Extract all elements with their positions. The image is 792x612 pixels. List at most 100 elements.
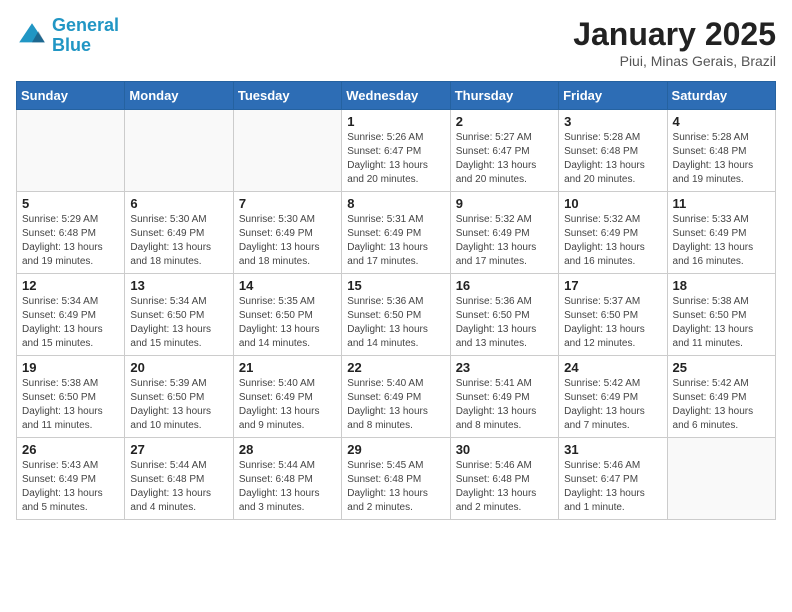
day-number: 13	[130, 278, 227, 293]
week-row-3: 12Sunrise: 5:34 AMSunset: 6:49 PMDayligh…	[17, 274, 776, 356]
day-info: Sunrise: 5:31 AMSunset: 6:49 PMDaylight:…	[347, 213, 444, 269]
day-number: 30	[456, 442, 553, 457]
calendar-cell: 17 Sunrise: 5:37 AMSunset: 6:50 PMDayligh…	[559, 274, 667, 356]
day-info: Sunrise: 5:34 AMSunset: 6:49 PMDaylight:…	[22, 295, 119, 351]
day-info: Sunrise: 5:40 AMSunset: 6:49 PMDaylight:…	[239, 377, 336, 433]
day-number: 22	[347, 360, 444, 375]
calendar-cell: 20 Sunrise: 5:39 AMSunset: 6:50 PMDayligh…	[125, 356, 233, 438]
calendar-cell	[125, 110, 233, 192]
calendar-cell: 10 Sunrise: 5:32 AMSunset: 6:49 PMDayligh…	[559, 192, 667, 274]
day-info: Sunrise: 5:33 AMSunset: 6:49 PMDaylight:…	[673, 213, 770, 269]
calendar-cell: 31 Sunrise: 5:46 AMSunset: 6:47 PMDayligh…	[559, 438, 667, 520]
day-info: Sunrise: 5:36 AMSunset: 6:50 PMDaylight:…	[347, 295, 444, 351]
calendar-cell: 23 Sunrise: 5:41 AMSunset: 6:49 PMDayligh…	[450, 356, 558, 438]
week-row-1: 1 Sunrise: 5:26 AMSunset: 6:47 PMDaylight…	[17, 110, 776, 192]
day-number: 1	[347, 114, 444, 129]
calendar-cell: 7Sunrise: 5:30 AMSunset: 6:49 PMDaylight…	[233, 192, 341, 274]
logo-line1: General	[52, 15, 119, 35]
title-block: January 2025 Piui, Minas Gerais, Brazil	[573, 16, 776, 69]
weekday-header-tuesday: Tuesday	[233, 82, 341, 110]
day-number: 31	[564, 442, 661, 457]
logo-icon	[16, 20, 48, 52]
day-info: Sunrise: 5:32 AMSunset: 6:49 PMDaylight:…	[564, 213, 661, 269]
calendar-cell: 9 Sunrise: 5:32 AMSunset: 6:49 PMDaylight…	[450, 192, 558, 274]
calendar-cell: 15 Sunrise: 5:36 AMSunset: 6:50 PMDayligh…	[342, 274, 450, 356]
day-info: Sunrise: 5:37 AMSunset: 6:50 PMDaylight:…	[564, 295, 661, 351]
calendar-cell: 30 Sunrise: 5:46 AMSunset: 6:48 PMDayligh…	[450, 438, 558, 520]
calendar-cell: 28Sunrise: 5:44 AMSunset: 6:48 PMDayligh…	[233, 438, 341, 520]
calendar-cell: 5Sunrise: 5:29 AMSunset: 6:48 PMDaylight…	[17, 192, 125, 274]
weekday-header-friday: Friday	[559, 82, 667, 110]
calendar-cell: 8 Sunrise: 5:31 AMSunset: 6:49 PMDaylight…	[342, 192, 450, 274]
day-number: 5	[22, 196, 119, 211]
day-number: 23	[456, 360, 553, 375]
logo-line2: Blue	[52, 35, 91, 55]
day-info: Sunrise: 5:41 AMSunset: 6:49 PMDaylight:…	[456, 377, 553, 433]
weekday-header-row: SundayMondayTuesdayWednesdayThursdayFrid…	[17, 82, 776, 110]
day-info: Sunrise: 5:34 AMSunset: 6:50 PMDaylight:…	[130, 295, 227, 351]
day-info: Sunrise: 5:45 AMSunset: 6:48 PMDaylight:…	[347, 459, 444, 515]
calendar-cell: 6 Sunrise: 5:30 AMSunset: 6:49 PMDaylight…	[125, 192, 233, 274]
day-info: Sunrise: 5:43 AMSunset: 6:49 PMDaylight:…	[22, 459, 119, 515]
week-row-5: 26 Sunrise: 5:43 AMSunset: 6:49 PMDayligh…	[17, 438, 776, 520]
day-number: 9	[456, 196, 553, 211]
calendar-cell: 18 Sunrise: 5:38 AMSunset: 6:50 PMDayligh…	[667, 274, 775, 356]
calendar-cell	[233, 110, 341, 192]
day-info: Sunrise: 5:46 AMSunset: 6:47 PMDaylight:…	[564, 459, 661, 515]
day-info: Sunrise: 5:39 AMSunset: 6:50 PMDaylight:…	[130, 377, 227, 433]
day-number: 26	[22, 442, 119, 457]
calendar-cell	[667, 438, 775, 520]
logo-text: General Blue	[52, 16, 119, 56]
calendar-cell: 2 Sunrise: 5:27 AMSunset: 6:47 PMDaylight…	[450, 110, 558, 192]
day-info: Sunrise: 5:36 AMSunset: 6:50 PMDaylight:…	[456, 295, 553, 351]
calendar-cell: 21 Sunrise: 5:40 AMSunset: 6:49 PMDayligh…	[233, 356, 341, 438]
day-info: Sunrise: 5:44 AMSunset: 6:48 PMDaylight:…	[130, 459, 227, 515]
day-info: Sunrise: 5:30 AMSunset: 6:49 PMDaylight:…	[130, 213, 227, 269]
week-row-2: 5Sunrise: 5:29 AMSunset: 6:48 PMDaylight…	[17, 192, 776, 274]
day-number: 21	[239, 360, 336, 375]
calendar-cell: 29 Sunrise: 5:45 AMSunset: 6:48 PMDayligh…	[342, 438, 450, 520]
calendar-cell: 24Sunrise: 5:42 AMSunset: 6:49 PMDayligh…	[559, 356, 667, 438]
day-info: Sunrise: 5:28 AMSunset: 6:48 PMDaylight:…	[564, 131, 661, 187]
day-number: 6	[130, 196, 227, 211]
day-number: 15	[347, 278, 444, 293]
page-header: General Blue January 2025 Piui, Minas Ge…	[16, 16, 776, 69]
day-info: Sunrise: 5:35 AMSunset: 6:50 PMDaylight:…	[239, 295, 336, 351]
week-row-4: 19Sunrise: 5:38 AMSunset: 6:50 PMDayligh…	[17, 356, 776, 438]
calendar-cell: 12Sunrise: 5:34 AMSunset: 6:49 PMDayligh…	[17, 274, 125, 356]
calendar-cell: 1 Sunrise: 5:26 AMSunset: 6:47 PMDaylight…	[342, 110, 450, 192]
day-info: Sunrise: 5:38 AMSunset: 6:50 PMDaylight:…	[22, 377, 119, 433]
day-number: 25	[673, 360, 770, 375]
weekday-header-monday: Monday	[125, 82, 233, 110]
day-number: 29	[347, 442, 444, 457]
weekday-header-thursday: Thursday	[450, 82, 558, 110]
weekday-header-saturday: Saturday	[667, 82, 775, 110]
day-number: 8	[347, 196, 444, 211]
day-number: 17	[564, 278, 661, 293]
month-title: January 2025	[573, 16, 776, 53]
location: Piui, Minas Gerais, Brazil	[573, 53, 776, 69]
calendar-cell: 27Sunrise: 5:44 AMSunset: 6:48 PMDayligh…	[125, 438, 233, 520]
day-number: 3	[564, 114, 661, 129]
calendar-cell: 11Sunrise: 5:33 AMSunset: 6:49 PMDayligh…	[667, 192, 775, 274]
day-info: Sunrise: 5:40 AMSunset: 6:49 PMDaylight:…	[347, 377, 444, 433]
calendar-cell: 13 Sunrise: 5:34 AMSunset: 6:50 PMDayligh…	[125, 274, 233, 356]
day-number: 10	[564, 196, 661, 211]
day-number: 2	[456, 114, 553, 129]
day-info: Sunrise: 5:42 AMSunset: 6:49 PMDaylight:…	[673, 377, 770, 433]
day-number: 28	[239, 442, 336, 457]
day-number: 14	[239, 278, 336, 293]
day-info: Sunrise: 5:27 AMSunset: 6:47 PMDaylight:…	[456, 131, 553, 187]
calendar-cell: 4Sunrise: 5:28 AMSunset: 6:48 PMDaylight…	[667, 110, 775, 192]
day-number: 20	[130, 360, 227, 375]
day-number: 7	[239, 196, 336, 211]
day-info: Sunrise: 5:38 AMSunset: 6:50 PMDaylight:…	[673, 295, 770, 351]
calendar-cell: 3 Sunrise: 5:28 AMSunset: 6:48 PMDaylight…	[559, 110, 667, 192]
day-info: Sunrise: 5:26 AMSunset: 6:47 PMDaylight:…	[347, 131, 444, 187]
day-info: Sunrise: 5:46 AMSunset: 6:48 PMDaylight:…	[456, 459, 553, 515]
day-number: 18	[673, 278, 770, 293]
day-info: Sunrise: 5:32 AMSunset: 6:49 PMDaylight:…	[456, 213, 553, 269]
day-number: 4	[673, 114, 770, 129]
calendar-cell	[17, 110, 125, 192]
weekday-header-sunday: Sunday	[17, 82, 125, 110]
